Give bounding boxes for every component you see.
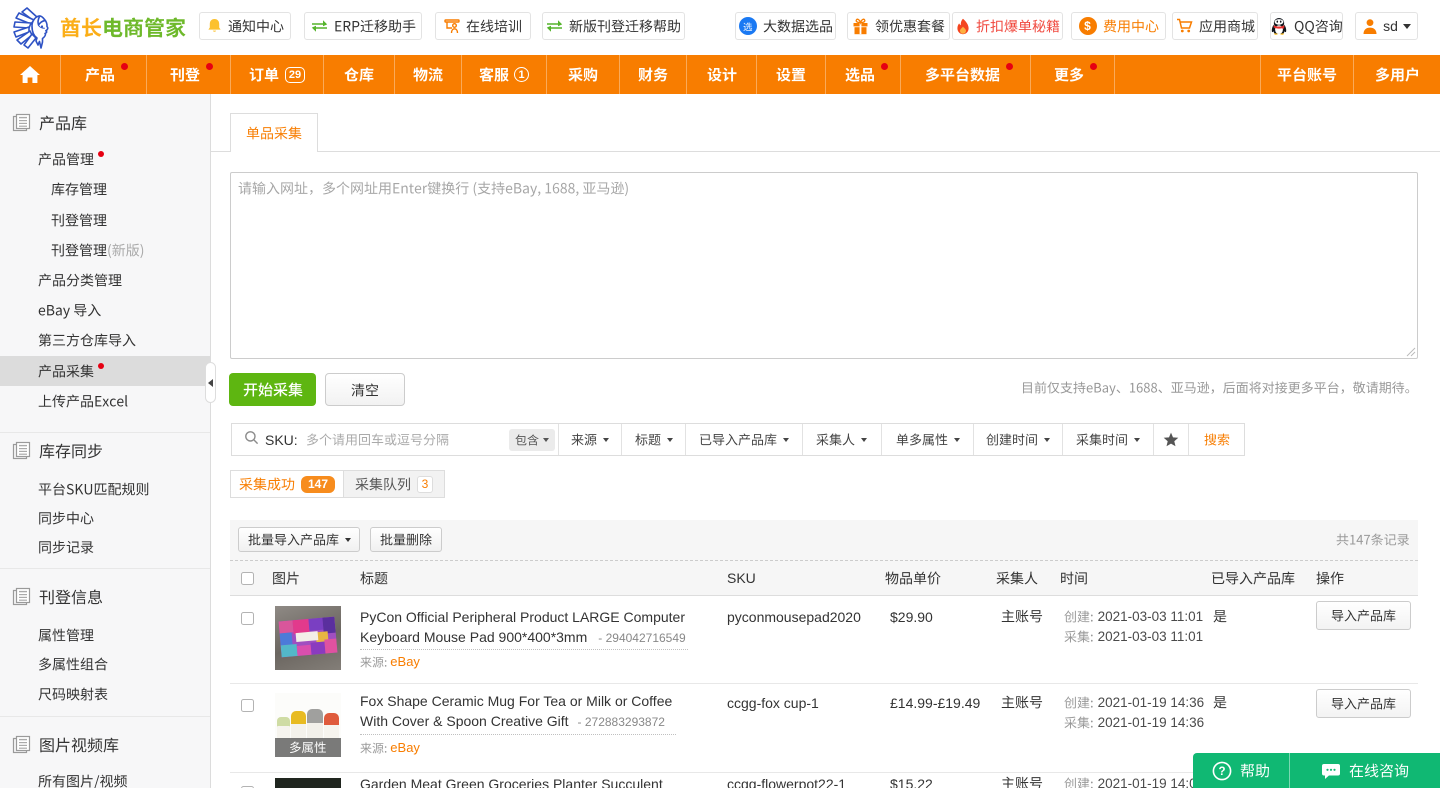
svg-text:?: ? xyxy=(1218,766,1225,778)
